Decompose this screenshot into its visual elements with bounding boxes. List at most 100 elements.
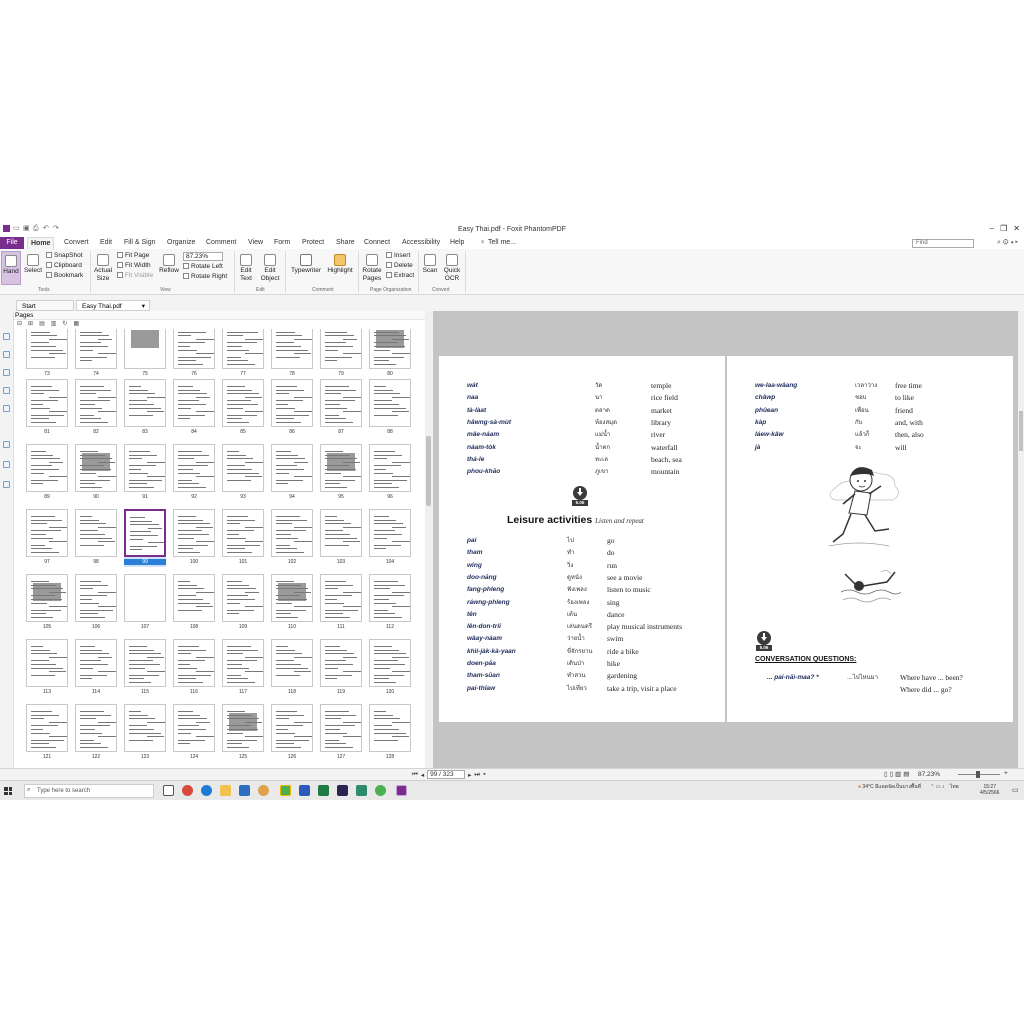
page-thumbnail[interactable]: 109: [222, 574, 264, 632]
viewer-scrollbar[interactable]: [1018, 311, 1024, 768]
page-thumbnail[interactable]: 98: [75, 509, 117, 567]
zoom-slider-knob[interactable]: [976, 771, 980, 778]
snapshot-button[interactable]: SnapShot: [46, 252, 83, 260]
quick-ocr-button[interactable]: Quick OCR: [441, 251, 463, 283]
edit-text-button[interactable]: Edit Text: [236, 251, 256, 283]
page-thumbnail[interactable]: 102: [271, 509, 313, 567]
tab-form[interactable]: Form: [274, 239, 290, 246]
page-thumbnail[interactable]: 116: [173, 639, 215, 697]
forward-icon[interactable]: ▸: [1015, 239, 1020, 246]
comments-nav-icon[interactable]: [3, 387, 10, 394]
app-green-icon[interactable]: [375, 785, 386, 796]
tab-easy-thai-pdf[interactable]: Easy Thai.pdf ▾: [76, 300, 150, 311]
tell-me-input[interactable]: Tell me...: [488, 239, 516, 246]
close-icon[interactable]: ✕: [1013, 224, 1020, 233]
taskbar-clock[interactable]: 15:27 4/5/2566: [980, 784, 999, 796]
last-page-icon[interactable]: ⏭: [474, 771, 480, 779]
page-thumbnail[interactable]: 126: [271, 704, 313, 762]
page-thumbnail[interactable]: 96: [369, 444, 411, 502]
audio-download-icon[interactable]: 5.06: [755, 631, 773, 651]
line-icon[interactable]: [280, 785, 291, 796]
reflow-button[interactable]: Reflow: [158, 251, 180, 275]
page-thumbnail[interactable]: 77: [222, 329, 264, 379]
layers-nav-icon[interactable]: [3, 369, 10, 376]
attachments-nav-icon[interactable]: [3, 405, 10, 412]
page-menu-icon[interactable]: ▪: [483, 771, 485, 778]
foxit-taskbar-icon[interactable]: [396, 785, 407, 796]
page-thumbnail[interactable]: 112: [369, 574, 411, 632]
page-thumbnail[interactable]: 105: [26, 574, 68, 632]
page-thumbnail[interactable]: 113: [26, 639, 68, 697]
page-number-input[interactable]: 99 / 323: [427, 770, 466, 779]
page-thumbnail[interactable]: 80: [369, 329, 411, 379]
first-page-icon[interactable]: ⏮: [412, 771, 418, 779]
page-thumbnail[interactable]: 128: [369, 704, 411, 762]
page-thumbnail[interactable]: 121: [26, 704, 68, 762]
page-thumbnail[interactable]: 110: [271, 574, 313, 632]
page-thumbnail[interactable]: 101: [222, 509, 264, 567]
page-thumbnail[interactable]: 114: [75, 639, 117, 697]
tab-share[interactable]: Share: [336, 239, 355, 246]
edit-object-button[interactable]: Edit Object: [257, 251, 283, 283]
zoom-out-thumb-icon[interactable]: ⊟: [17, 321, 28, 327]
settings-icon[interactable]: ⚙: [1003, 239, 1011, 246]
scan-button[interactable]: Scan: [420, 251, 440, 275]
page-thumbnail[interactable]: 87: [320, 379, 362, 437]
tab-organize[interactable]: Organize: [167, 239, 195, 246]
tab-convert[interactable]: Convert: [64, 239, 89, 246]
hand-tool-button[interactable]: Hand: [1, 251, 21, 285]
page-thumbnail[interactable]: 82: [75, 379, 117, 437]
thumbnails-scroll-thumb[interactable]: [426, 436, 431, 506]
page-thumbnail[interactable]: 111: [320, 574, 362, 632]
tag-nav-icon[interactable]: [3, 481, 10, 488]
fit-page-button[interactable]: Fit Page: [117, 252, 149, 260]
highlight-button[interactable]: Highlight: [325, 251, 355, 275]
typewriter-button[interactable]: Typewriter: [288, 251, 324, 275]
page-thumbnail[interactable]: 83: [124, 379, 166, 437]
tab-protect[interactable]: Protect: [302, 239, 324, 246]
page-thumbnail[interactable]: 76: [173, 329, 215, 379]
zoom-status[interactable]: 87.23%: [918, 771, 940, 778]
select-tool-button[interactable]: Select: [22, 251, 44, 275]
zoom-input[interactable]: 87.23%: [183, 252, 223, 261]
rotate-left-button[interactable]: Rotate Left: [183, 263, 223, 271]
page-thumbnail[interactable]: 75: [124, 329, 166, 379]
page-thumbnail[interactable]: 104: [369, 509, 411, 567]
viewer-scroll-thumb[interactable]: [1019, 411, 1023, 451]
bookmarks-nav-icon[interactable]: [3, 351, 10, 358]
audio-download-icon[interactable]: 5.05: [571, 486, 589, 506]
clipboard-button[interactable]: Clipboard: [46, 262, 82, 270]
minimize-icon[interactable]: –: [990, 224, 994, 233]
word-icon[interactable]: [299, 785, 310, 796]
page-thumbnail[interactable]: 85: [222, 379, 264, 437]
prev-page-icon[interactable]: ◂: [421, 771, 424, 779]
zoom-slider[interactable]: [958, 771, 1000, 778]
page-thumbnail[interactable]: 81: [26, 379, 68, 437]
windows-start-icon[interactable]: [4, 787, 12, 795]
page-thumbnail[interactable]: 115: [124, 639, 166, 697]
tab-connect[interactable]: Connect: [364, 239, 390, 246]
document-viewer[interactable]: wát วัด temple naa นา rice field tà-làat ตลาด ma…: [433, 311, 1018, 768]
tab-comment[interactable]: Comment: [206, 239, 236, 246]
page-thumbnail[interactable]: 117: [222, 639, 264, 697]
task-view-icon[interactable]: [163, 785, 174, 796]
tab-edit[interactable]: Edit: [100, 239, 112, 246]
page-thumbnail[interactable]: 89: [26, 444, 68, 502]
page-thumbnail[interactable]: 127: [320, 704, 362, 762]
find-input[interactable]: Find: [912, 239, 974, 248]
page-thumbnail[interactable]: 103: [320, 509, 362, 567]
store-icon[interactable]: [239, 785, 250, 796]
tab-accessibility[interactable]: Accessibility: [402, 239, 440, 246]
tab-home[interactable]: Home: [27, 237, 55, 249]
premiere-icon[interactable]: [337, 785, 348, 796]
page-thumbnail[interactable]: 78: [271, 329, 313, 379]
page-thumbnail[interactable]: 74: [75, 329, 117, 379]
tab-view[interactable]: View: [248, 239, 263, 246]
page-thumbnail[interactable]: 100: [173, 509, 215, 567]
page-thumbnail[interactable]: 108: [173, 574, 215, 632]
chrome-profile-icon[interactable]: [258, 785, 269, 796]
tab-help[interactable]: Help: [450, 239, 464, 246]
chrome-icon[interactable]: [182, 785, 193, 796]
insert-button[interactable]: Insert: [386, 252, 410, 260]
page-thumbnail[interactable]: 73: [26, 329, 68, 379]
